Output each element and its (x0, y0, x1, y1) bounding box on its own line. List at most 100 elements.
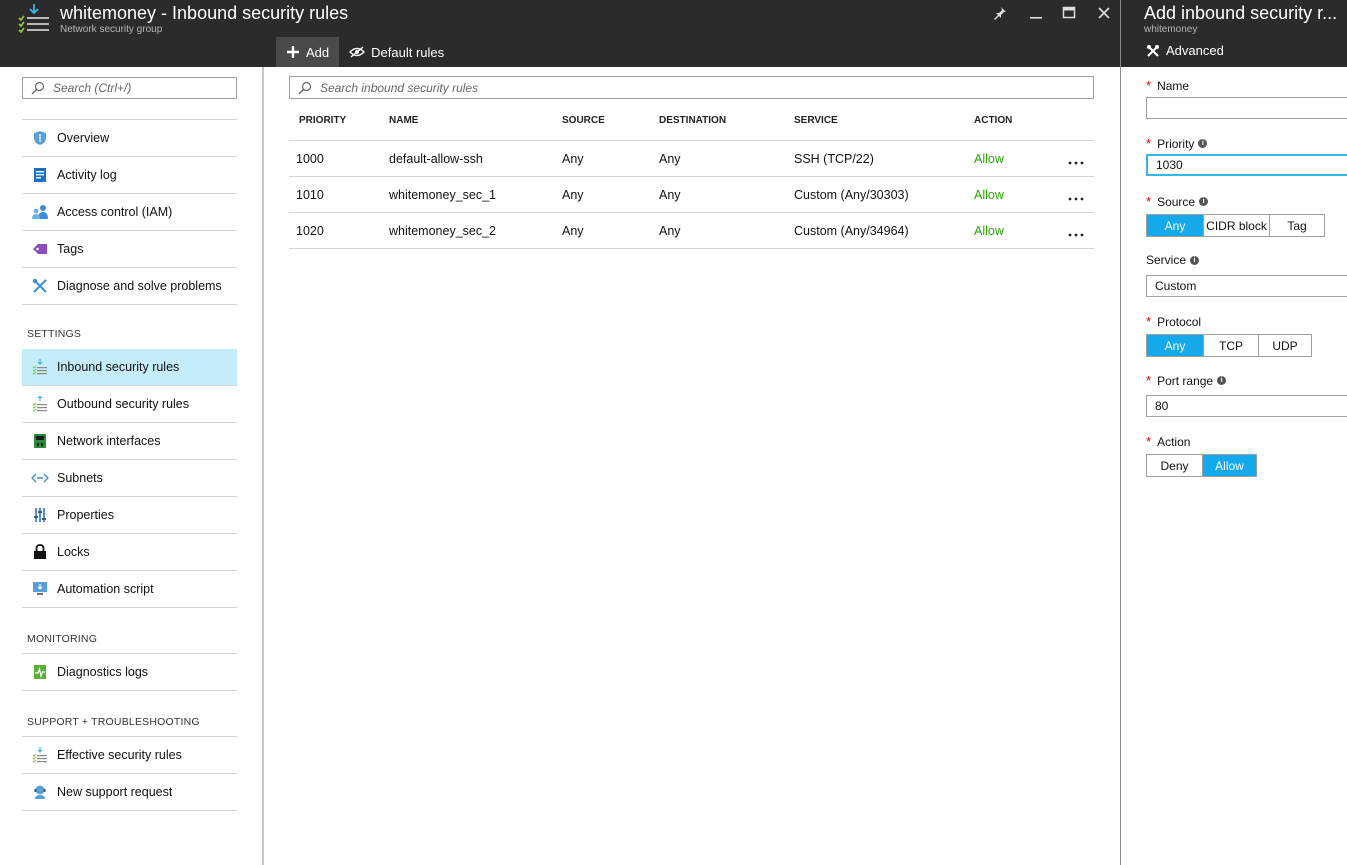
protocol-toggle: Any TCP UDP (1146, 334, 1312, 357)
menu-item-label: Effective security rules (57, 748, 182, 762)
source-option-any[interactable]: Any (1147, 215, 1203, 236)
menu-item-diagnostics-logs[interactable]: Diagnostics logs (22, 654, 237, 691)
source-option-cidr[interactable]: CIDR block (1203, 215, 1269, 236)
menu-item-label: Access control (IAM) (57, 205, 173, 219)
required-marker: * (1146, 78, 1152, 93)
menu-item-label: Automation script (57, 582, 154, 596)
menu-item-subnets[interactable]: Subnets (22, 460, 237, 497)
protocol-option-udp[interactable]: UDP (1258, 335, 1311, 356)
source-option-tag[interactable]: Tag (1269, 215, 1324, 236)
pin-icon[interactable] (989, 2, 1011, 24)
menu-item-support-request[interactable]: New support request (22, 774, 237, 811)
side-blade-subtitle: whitemoney (1144, 24, 1198, 35)
port-range-field[interactable]: 80 (1146, 395, 1347, 417)
cell-service: SSH (TCP/22) (794, 152, 874, 166)
column-header-action[interactable]: ACTION (974, 115, 1012, 126)
source-label-text: Source (1157, 194, 1196, 209)
diagnostics-icon (33, 665, 46, 679)
support-icon (34, 785, 45, 799)
cell-destination: Any (659, 188, 681, 202)
advanced-label: Advanced (1166, 43, 1224, 58)
info-icon[interactable]: i (1190, 255, 1200, 265)
service-label: Service i (1146, 253, 1200, 267)
protocol-option-any[interactable]: Any (1147, 335, 1203, 356)
close-icon[interactable] (1093, 2, 1115, 24)
add-button[interactable]: Add (276, 37, 340, 67)
column-header-name[interactable]: NAME (389, 115, 418, 126)
menu-item-label: Diagnose and solve problems (57, 279, 222, 293)
port-range-label: * Port range i (1146, 373, 1227, 388)
tag-icon (32, 244, 47, 254)
properties-icon (33, 508, 46, 522)
blade-header: whitemoney - Inbound security rules Netw… (0, 0, 1120, 67)
menu-item-automation-script[interactable]: Automation script (22, 571, 237, 608)
column-header-service[interactable]: SERVICE (794, 115, 838, 126)
more-options-icon[interactable] (1067, 231, 1085, 239)
default-rules-button[interactable]: Default rules (339, 37, 454, 67)
menu-item-properties[interactable]: Properties (22, 497, 237, 534)
cell-service: Custom (Any/30303) (794, 188, 909, 202)
service-dropdown[interactable]: Custom (1146, 275, 1347, 297)
menu-item-diagnose[interactable]: Diagnose and solve problems (22, 268, 237, 305)
resource-menu: Search (Ctrl+/) Overview Activity log Ac… (0, 67, 262, 865)
action-toggle: Deny Allow (1146, 454, 1257, 477)
menu-search-input[interactable]: Search (Ctrl+/) (22, 77, 237, 99)
table-divider (289, 212, 1094, 213)
cell-name: whitemoney_sec_1 (389, 188, 497, 202)
column-header-priority[interactable]: PRIORITY (299, 115, 346, 126)
side-blade-title: Add inbound security r... (1144, 3, 1338, 23)
advanced-button[interactable]: Advanced (1146, 43, 1224, 58)
required-marker: * (1146, 434, 1152, 449)
cell-priority: 1020 (296, 224, 324, 238)
menu-item-label: Locks (57, 545, 90, 559)
outbound-rules-icon (32, 396, 47, 412)
tools-icon (1147, 44, 1159, 57)
default-rules-label: Default rules (371, 44, 445, 60)
rules-search-input[interactable]: Search inbound security rules (289, 76, 1094, 99)
menu-item-overview[interactable]: Overview (22, 120, 237, 157)
rules-search-placeholder: Search inbound security rules (320, 80, 479, 95)
side-blade-header: Add inbound security r... whitemoney Adv… (1121, 0, 1347, 67)
action-option-allow[interactable]: Allow (1202, 455, 1256, 476)
cell-priority: 1010 (296, 188, 324, 202)
more-options-icon[interactable] (1067, 195, 1085, 203)
inbound-rules-icon (32, 359, 47, 375)
more-options-icon[interactable] (1067, 159, 1085, 167)
info-icon[interactable]: i (1199, 197, 1209, 206)
eye-hidden-icon (349, 46, 366, 58)
action-option-deny[interactable]: Deny (1147, 455, 1202, 476)
required-marker: * (1146, 314, 1152, 329)
menu-item-access-control[interactable]: Access control (IAM) (22, 194, 237, 231)
menu-item-inbound-rules[interactable]: Inbound security rules (22, 349, 237, 386)
column-header-destination[interactable]: DESTINATION (659, 115, 726, 126)
inbound-rules-icon (18, 4, 49, 34)
subnet-icon (30, 473, 49, 483)
info-icon[interactable]: i (1198, 139, 1208, 148)
activity-log-icon (33, 168, 46, 182)
menu-item-activity-log[interactable]: Activity log (22, 157, 237, 194)
shield-icon (33, 131, 46, 145)
menu-item-label: New support request (57, 785, 173, 799)
name-field[interactable] (1146, 97, 1347, 119)
menu-border (262, 67, 264, 865)
menu-item-tags[interactable]: Tags (22, 231, 237, 268)
maximize-icon[interactable] (1058, 2, 1080, 24)
menu-item-network-interfaces[interactable]: Network interfaces (22, 423, 237, 460)
menu-item-label: Overview (57, 131, 110, 145)
protocol-option-tcp[interactable]: TCP (1203, 335, 1258, 356)
menu-item-outbound-rules[interactable]: Outbound security rules (22, 386, 237, 423)
action-label: * Action (1146, 434, 1190, 449)
menu-item-locks[interactable]: Locks (22, 534, 237, 571)
command-bar: Add Default rules (276, 37, 454, 67)
menu-item-label: Outbound security rules (57, 397, 190, 411)
info-icon[interactable]: i (1217, 376, 1227, 385)
minimize-icon[interactable] (1025, 2, 1047, 24)
section-header-support: SUPPORT + TROUBLESHOOTING (27, 716, 200, 728)
section-header-settings: SETTINGS (27, 328, 82, 340)
menu-item-effective-rules[interactable]: Effective security rules (22, 737, 237, 774)
column-header-source[interactable]: SOURCE (562, 115, 605, 126)
section-header-monitoring: MONITORING (27, 633, 98, 645)
priority-field[interactable]: 1030 (1146, 154, 1347, 176)
required-marker: * (1146, 136, 1152, 151)
table-divider (289, 176, 1094, 177)
